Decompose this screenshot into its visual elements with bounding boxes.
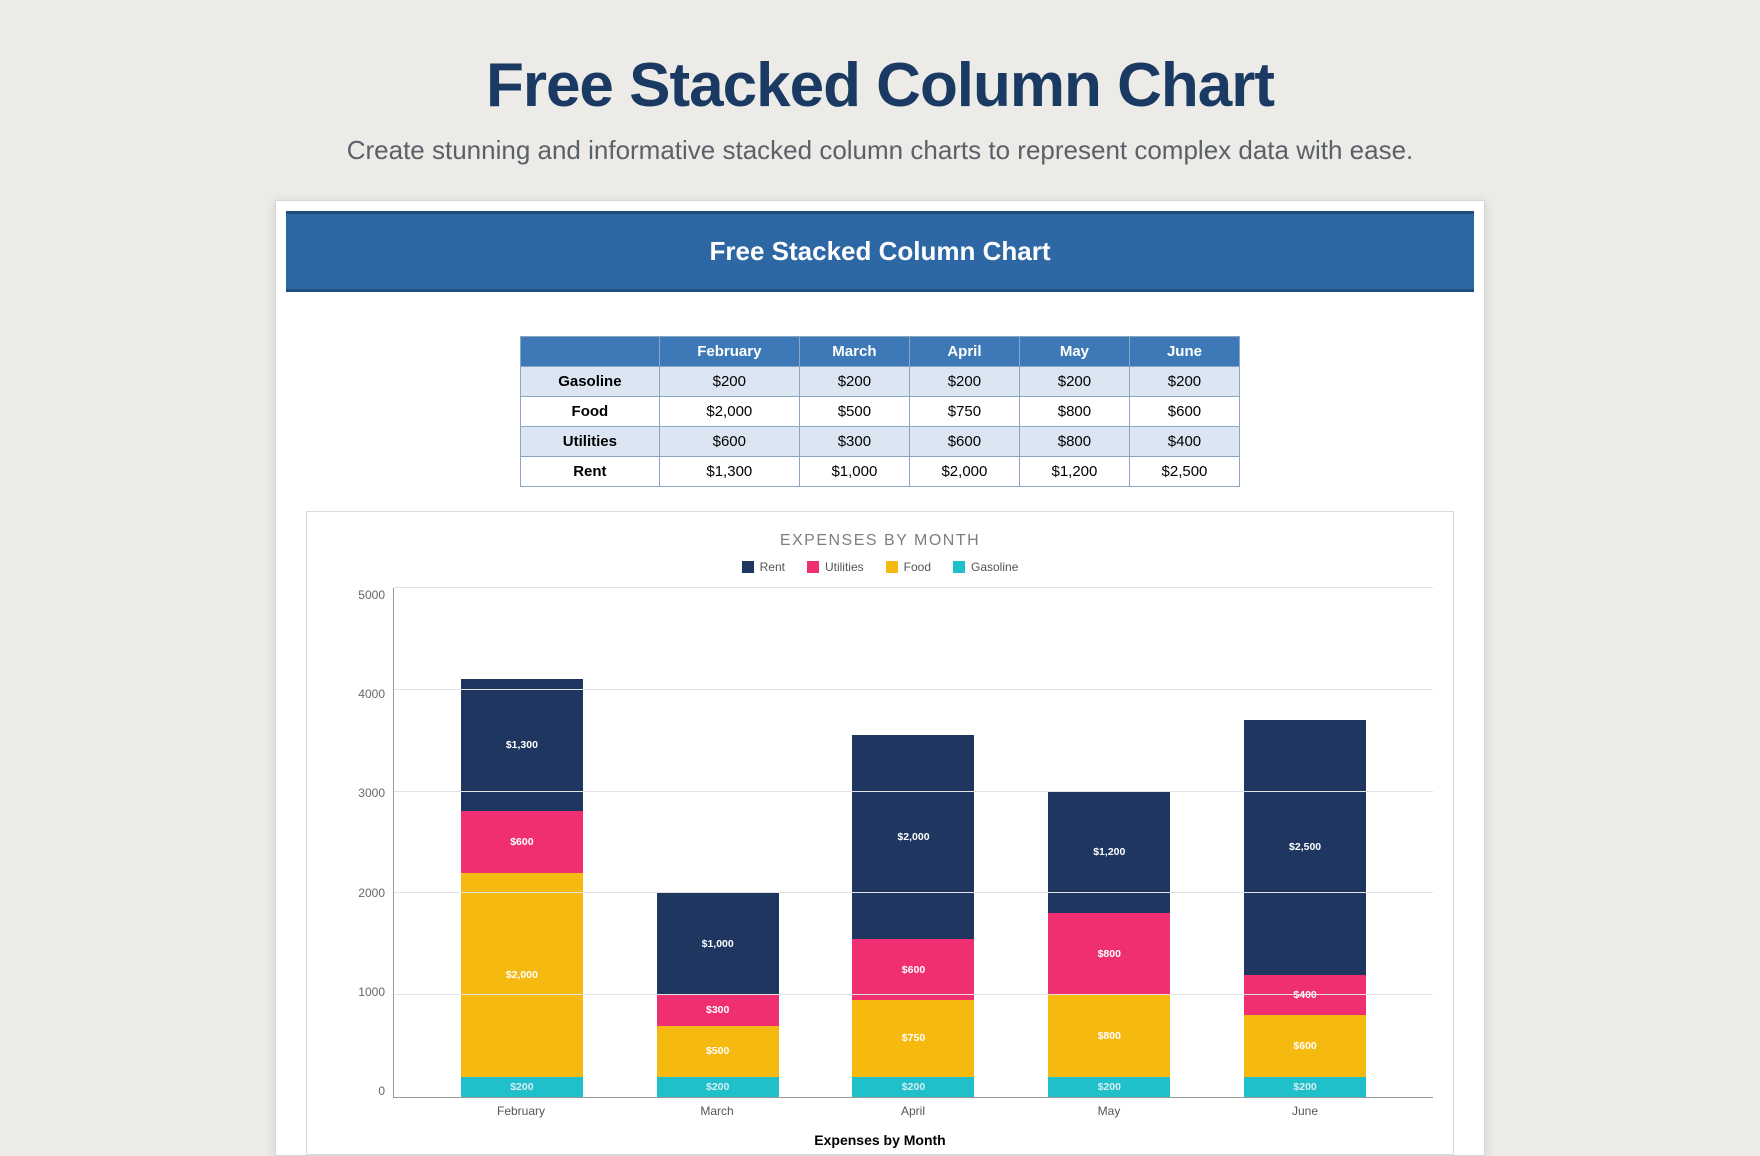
card-banner: Free Stacked Column Chart <box>286 211 1474 292</box>
table-cell: $200 <box>1019 367 1129 397</box>
template-card: Free Stacked Column Chart FebruaryMarchA… <box>275 200 1485 1156</box>
legend-item: Gasoline <box>953 560 1018 574</box>
hero-title: Free Stacked Column Chart <box>486 50 1274 121</box>
chart-yaxis: 5000 4000 3000 2000 1000 0 <box>327 588 393 1098</box>
bar-segment-food: $600 <box>1244 1015 1366 1076</box>
table-row: Utilities$600$300$600$800$400 <box>521 427 1240 457</box>
table-row-header: Gasoline <box>521 367 660 397</box>
table-cell: $800 <box>1019 427 1129 457</box>
data-table: FebruaryMarchAprilMayJuneGasoline$200$20… <box>520 336 1240 487</box>
chart-xaxis: February March April May June <box>393 1098 1433 1118</box>
table-col-header: March <box>799 337 909 367</box>
legend-swatch <box>953 561 965 573</box>
hero-subtitle: Create stunning and informative stacked … <box>347 135 1414 166</box>
table-col-header: May <box>1019 337 1129 367</box>
chart-title: EXPENSES BY MONTH <box>327 532 1433 550</box>
table-row-header: Rent <box>521 457 660 487</box>
legend-item: Utilities <box>807 560 864 574</box>
table-cell: $750 <box>909 397 1019 427</box>
bar-column: $200$600$400$2,500 <box>1244 720 1366 1097</box>
legend-item: Food <box>886 560 931 574</box>
ytick: 4000 <box>358 687 385 701</box>
bar-segment-gasoline: $200 <box>657 1077 779 1097</box>
table-cell: $600 <box>909 427 1019 457</box>
chart-grid: $200$2,000$600$1,300$200$500$300$1,000$2… <box>393 588 1433 1098</box>
bar-segment-utilities: $600 <box>461 811 583 872</box>
bar-segment-rent: $2,500 <box>1244 720 1366 975</box>
legend-item: Rent <box>742 560 785 574</box>
bar-segment-rent: $2,000 <box>852 735 974 939</box>
table-cell: $1,300 <box>659 457 799 487</box>
table-cell: $200 <box>799 367 909 397</box>
chart-legend: Rent Utilities Food Gasoline <box>327 560 1433 574</box>
table-cell: $200 <box>1129 367 1239 397</box>
bar-segment-rent: $1,000 <box>657 893 779 995</box>
table-col-header: February <box>659 337 799 367</box>
ytick: 2000 <box>358 886 385 900</box>
ytick: 3000 <box>358 786 385 800</box>
data-table-wrap: FebruaryMarchAprilMayJuneGasoline$200$20… <box>286 336 1474 487</box>
bar-segment-food: $750 <box>852 1000 974 1077</box>
table-row: Food$2,000$500$750$800$600 <box>521 397 1240 427</box>
table-cell: $200 <box>659 367 799 397</box>
gridline <box>394 892 1433 893</box>
bar-segment-food: $2,000 <box>461 873 583 1077</box>
table-row-header: Utilities <box>521 427 660 457</box>
bar-segment-rent: $1,200 <box>1048 791 1170 913</box>
bar-column: $200$800$800$1,200 <box>1048 791 1170 1097</box>
table-cell: $2,000 <box>909 457 1019 487</box>
bar-segment-food: $500 <box>657 1026 779 1077</box>
table-corner <box>521 337 660 367</box>
legend-swatch <box>886 561 898 573</box>
table-cell: $500 <box>799 397 909 427</box>
table-col-header: June <box>1129 337 1239 367</box>
table-cell: $600 <box>1129 397 1239 427</box>
legend-swatch <box>807 561 819 573</box>
chart-plot: 5000 4000 3000 2000 1000 0 $200$2,000$600$1,3… <box>327 588 1433 1098</box>
table-row: Gasoline$200$200$200$200$200 <box>521 367 1240 397</box>
bar-segment-utilities: $800 <box>1048 913 1170 995</box>
bar-segment-gasoline: $200 <box>852 1077 974 1097</box>
table-cell: $2,000 <box>659 397 799 427</box>
ytick: 0 <box>378 1084 385 1098</box>
table-cell: $1,200 <box>1019 457 1129 487</box>
ytick: 1000 <box>358 985 385 999</box>
bar-segment-utilities: $300 <box>657 995 779 1026</box>
table-cell: $2,500 <box>1129 457 1239 487</box>
xtick: March <box>656 1104 778 1118</box>
chart-box: EXPENSES BY MONTH Rent Utilities Food Gasol… <box>306 511 1454 1155</box>
xtick: April <box>852 1104 974 1118</box>
chart-bars: $200$2,000$600$1,300$200$500$300$1,000$2… <box>394 588 1433 1097</box>
table-row: Rent$1,300$1,000$2,000$1,200$2,500 <box>521 457 1240 487</box>
bar-segment-utilities: $600 <box>852 939 974 1000</box>
xtick: February <box>460 1104 582 1118</box>
bar-segment-food: $800 <box>1048 995 1170 1077</box>
chart-xlabel: Expenses by Month <box>327 1132 1433 1148</box>
ytick: 5000 <box>358 588 385 602</box>
table-cell: $200 <box>909 367 1019 397</box>
page: Free Stacked Column Chart Create stunnin… <box>0 0 1760 1156</box>
gridline <box>394 689 1433 690</box>
table-cell: $600 <box>659 427 799 457</box>
bar-segment-gasoline: $200 <box>1048 1077 1170 1097</box>
legend-swatch <box>742 561 754 573</box>
gridline <box>394 587 1433 588</box>
gridline <box>394 791 1433 792</box>
xtick: June <box>1244 1104 1366 1118</box>
table-cell: $400 <box>1129 427 1239 457</box>
table-cell: $800 <box>1019 397 1129 427</box>
table-cell: $300 <box>799 427 909 457</box>
bar-column: $200$2,000$600$1,300 <box>461 679 583 1097</box>
table-cell: $1,000 <box>799 457 909 487</box>
bar-segment-gasoline: $200 <box>461 1077 583 1097</box>
gridline <box>394 994 1433 995</box>
bar-column: $200$750$600$2,000 <box>852 735 974 1097</box>
bar-segment-gasoline: $200 <box>1244 1077 1366 1097</box>
table-row-header: Food <box>521 397 660 427</box>
xtick: May <box>1048 1104 1170 1118</box>
table-col-header: April <box>909 337 1019 367</box>
